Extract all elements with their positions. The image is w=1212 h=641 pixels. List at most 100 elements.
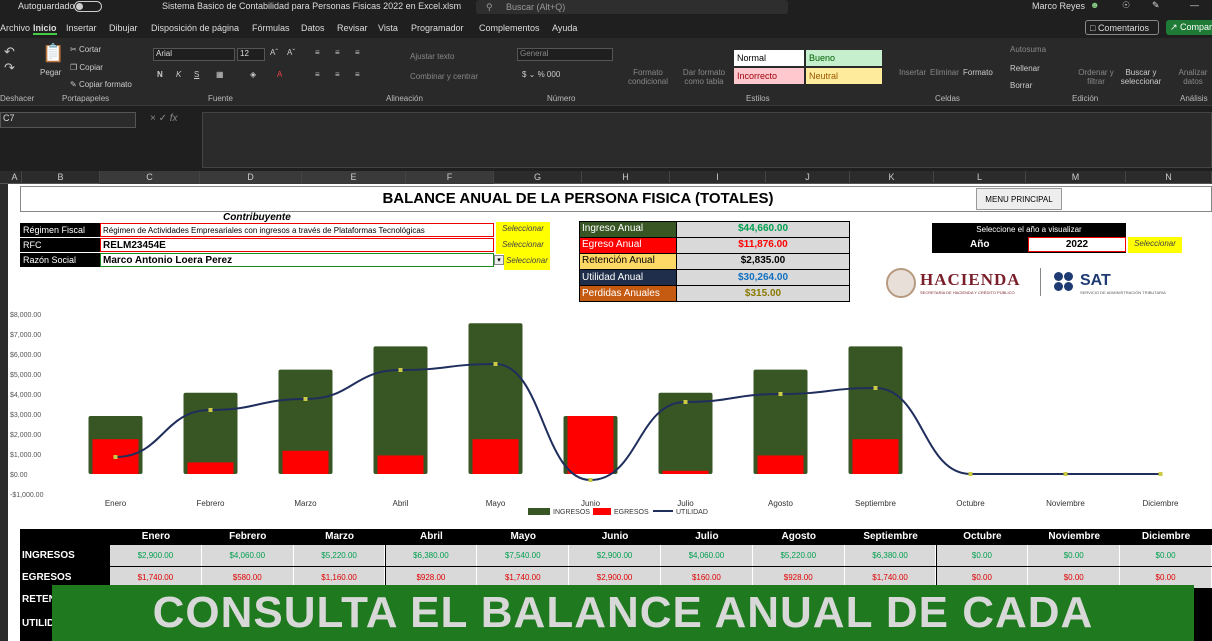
column-header-i[interactable]: I <box>670 171 766 184</box>
align-center-icon[interactable]: ≡ <box>335 70 340 79</box>
tab-dibujar[interactable]: Dibujar <box>109 23 138 33</box>
font-select[interactable]: Arial <box>153 48 235 61</box>
user-icon[interactable]: ☻ <box>1090 0 1099 10</box>
autosum-button[interactable]: Autosuma <box>1010 45 1046 54</box>
dropdown-arrow-icon[interactable]: ▾ <box>494 255 504 265</box>
razon-value[interactable]: Marco Antonio Loera Perez <box>100 253 494 267</box>
column-header-g[interactable]: G <box>494 171 582 184</box>
table-cell[interactable]: $0.00 <box>1120 545 1212 566</box>
table-cell[interactable]: $6,380.00 <box>385 545 478 566</box>
fx-icon[interactable]: × ✓ fx <box>150 113 178 124</box>
table-cell[interactable]: $5,220.00 <box>752 545 845 566</box>
tab-formulas[interactable]: Fórmulas <box>252 23 290 33</box>
rfc-select-button[interactable]: Seleccionar <box>496 238 550 254</box>
font-color-icon[interactable]: A <box>277 70 282 79</box>
tab-datos[interactable]: Datos <box>301 23 325 33</box>
align-left-icon[interactable]: ≡ <box>315 70 320 79</box>
year-value[interactable]: 2022 <box>1028 237 1126 252</box>
autosave-toggle[interactable] <box>74 1 102 12</box>
tab-complementos[interactable]: Complementos <box>479 23 540 33</box>
cut-button[interactable]: ✂ Cortar <box>70 45 101 54</box>
tab-ayuda[interactable]: Ayuda <box>552 23 577 33</box>
merge-center-button[interactable]: Combinar y centrar <box>410 72 478 81</box>
search-box[interactable]: ⚲ Buscar (Alt+Q) <box>476 0 788 14</box>
paste-icon[interactable]: 📋 <box>42 43 64 64</box>
underline-icon[interactable]: S <box>194 70 199 79</box>
shrink-font-icon[interactable]: Aˇ <box>287 48 295 57</box>
align-right-icon[interactable]: ≡ <box>355 70 360 79</box>
align-bottom-icon[interactable]: ≡ <box>355 48 360 57</box>
tab-programador[interactable]: Programador <box>411 23 464 33</box>
menu-principal-button[interactable]: MENU PRINCIPAL <box>976 188 1062 210</box>
column-header-j[interactable]: J <box>766 171 850 184</box>
wrap-text-button[interactable]: Ajustar texto <box>410 52 454 61</box>
redo-icon[interactable]: ↷ <box>4 60 15 76</box>
style-bueno[interactable]: Bueno <box>806 50 882 66</box>
comments-button[interactable]: □ Comentarios <box>1085 20 1159 35</box>
table-cell[interactable]: $5,220.00 <box>293 545 386 566</box>
rfc-value[interactable]: RELM23454E <box>100 238 494 252</box>
format-painter-button[interactable]: ✎ Copiar formato <box>70 80 132 89</box>
style-normal[interactable]: Normal <box>734 50 804 66</box>
column-header-e[interactable]: E <box>302 171 406 184</box>
idea-icon[interactable]: ☉ <box>1122 0 1130 11</box>
bold-icon[interactable]: N <box>157 70 163 79</box>
formula-input[interactable] <box>202 112 1212 168</box>
size-select[interactable]: 12 <box>237 48 265 61</box>
column-header-l[interactable]: L <box>934 171 1026 184</box>
find-select-button[interactable]: Buscar y seleccionar <box>1118 68 1164 86</box>
column-header-c[interactable]: C <box>100 171 200 184</box>
razon-select-button[interactable]: Seleccionar <box>504 254 550 270</box>
table-cell[interactable]: $0.00 <box>936 545 1029 566</box>
tab-vista[interactable]: Vista <box>378 23 398 33</box>
fill-color-icon[interactable]: ◈ <box>250 70 256 79</box>
number-format-select[interactable]: General <box>517 48 613 61</box>
analyze-data-button[interactable]: Analizar datos <box>1176 68 1210 86</box>
column-header-h[interactable]: H <box>582 171 670 184</box>
column-header-d[interactable]: D <box>200 171 302 184</box>
fill-button[interactable]: Rellenar <box>1010 64 1040 73</box>
italic-icon[interactable]: K <box>176 70 181 79</box>
table-cell[interactable]: $6,380.00 <box>844 545 937 566</box>
border-icon[interactable]: ▦ <box>216 70 224 79</box>
column-header-n[interactable]: N <box>1126 171 1212 184</box>
table-cell[interactable]: $2,900.00 <box>569 545 661 566</box>
paste-button[interactable]: Pegar <box>40 68 61 77</box>
minimize-icon[interactable]: — <box>1190 0 1199 10</box>
share-button[interactable]: ↗ Compartir <box>1166 20 1212 35</box>
pen-icon[interactable]: ✎ <box>1152 0 1160 11</box>
regimen-value[interactable]: Régimen de Actividades Empresariales con… <box>100 223 494 237</box>
tab-revisar[interactable]: Revisar <box>337 23 368 33</box>
table-cell[interactable]: $4,060.00 <box>201 545 294 566</box>
name-box[interactable]: C7 <box>0 112 136 128</box>
copy-button[interactable]: ❐ Copiar <box>70 63 103 72</box>
insert-cells-button[interactable]: Insertar <box>899 68 926 77</box>
delete-cells-button[interactable]: Eliminar <box>930 68 959 77</box>
tab-archivo[interactable]: Archivo <box>0 23 30 33</box>
year-select-button[interactable]: Seleccionar <box>1128 237 1182 253</box>
column-header-m[interactable]: M <box>1026 171 1126 184</box>
table-cell[interactable]: $4,060.00 <box>661 545 753 566</box>
format-table-button[interactable]: Dar formato como tabla <box>680 68 728 86</box>
tab-insertar[interactable]: Insertar <box>66 23 97 33</box>
align-top-icon[interactable]: ≡ <box>315 48 320 57</box>
grow-font-icon[interactable]: Aˆ <box>270 48 278 57</box>
table-cell[interactable]: $7,540.00 <box>477 545 570 566</box>
undo-icon[interactable]: ↶ <box>4 44 15 60</box>
sort-filter-button[interactable]: Ordenar y filtrar <box>1076 68 1116 86</box>
column-header-f[interactable]: F <box>406 171 494 184</box>
column-header-b[interactable]: B <box>22 171 100 184</box>
style-neutral[interactable]: Neutral <box>806 68 882 84</box>
align-middle-icon[interactable]: ≡ <box>335 48 340 57</box>
column-header-k[interactable]: K <box>850 171 934 184</box>
table-cell[interactable]: $2,900.00 <box>110 545 202 566</box>
currency-icon[interactable]: $ ⌄ % 000 <box>522 70 560 79</box>
conditional-format-button[interactable]: Formato condicional <box>626 68 670 86</box>
worksheet[interactable]: BALANCE ANUAL DE LA PERSONA FISICA (TOTA… <box>8 184 1212 641</box>
tab-inicio[interactable]: Inicio <box>33 23 57 35</box>
table-cell[interactable]: $0.00 <box>1028 545 1121 566</box>
tab-disposicion[interactable]: Disposición de página <box>151 23 239 33</box>
regimen-select-button[interactable]: Seleccionar <box>496 222 550 238</box>
format-cells-button[interactable]: Formato <box>963 68 993 77</box>
clear-button[interactable]: Borrar <box>1010 81 1032 90</box>
